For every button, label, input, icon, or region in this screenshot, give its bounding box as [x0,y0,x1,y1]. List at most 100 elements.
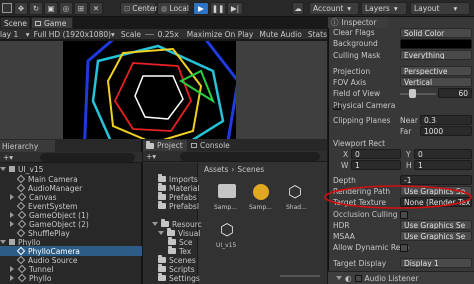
viewport-h-label: H [406,161,412,170]
asset-sample-folder[interactable]: Samp... [214,182,240,216]
tab-game-label: Game [44,18,67,28]
hierarchy-item-label: Phyllo [29,273,52,283]
asset-sample-scene[interactable]: Samp... [249,182,275,216]
layout-dropdown[interactable]: Layout ▾ [410,2,470,15]
folder-icon [168,237,176,245]
fov-value: 60 [458,88,468,98]
viewport-y-label: Y [406,150,411,159]
hierarchy-item-phyllo[interactable]: Phyllo [10,273,51,283]
folder-label: Settings [169,273,200,283]
folder-icon [158,192,166,200]
audio-listener-icon: ◐ [345,273,352,283]
scale-value: 0.25x [157,29,179,39]
folder-icon [158,174,166,182]
stats-toggle[interactable]: Stats [308,30,327,39]
near-input[interactable]: 0.3 [420,115,472,125]
rotate-tool-button[interactable]: ▣ [44,2,58,15]
account-label: Account [313,4,344,13]
fov-slider-knob[interactable] [408,89,416,98]
gameobject-icon [17,219,27,229]
space-button[interactable]: ◍ Local [157,2,189,15]
project-add-button[interactable]: +▾ [146,152,158,161]
viewport-y-input[interactable]: 0 [414,149,472,159]
folder-item-prefabsl[interactable]: Prefabsl [158,201,199,211]
asset-ui-v15[interactable]: ⬡ UI_v15 [214,220,244,254]
game-toolbar: lay 1 ▾ Full HD (1920x1080) ▾ Scale 0.25… [0,29,327,40]
collab-icon[interactable]: ☁ [292,2,304,15]
dynamic-resolution-checkbox[interactable] [400,244,408,252]
scale-slider[interactable] [145,33,154,35]
fov-input[interactable]: 60 [438,88,472,98]
inspector-tab[interactable]: ⓘ Inspector [328,17,388,28]
transform-tool-button[interactable]: ✕ [89,2,103,15]
asset-shader[interactable]: ⬡ Shad... [284,182,310,216]
tab-game[interactable]: Game [31,17,73,29]
tab-console[interactable]: Console [188,140,232,151]
viewport-w-input[interactable]: 1 [351,160,401,170]
audio-listener-component[interactable]: ◐ Audio Listener [328,271,474,284]
folder-icon [158,273,166,281]
unity-scene-icon [9,239,15,245]
step-button[interactable]: ▶| [227,2,243,15]
background-color-field[interactable] [400,39,472,49]
far-input[interactable]: 1000 [420,126,472,136]
folder-icon [168,246,176,254]
viewport-h-input[interactable]: 1 [414,160,472,170]
unity-logo-icon: ⬡ [288,182,302,201]
scale-tool-button[interactable]: ◎ [59,2,73,15]
resolution-dropdown[interactable]: Full HD (1920x1080) [34,30,111,39]
hierarchy-search-field[interactable] [40,153,135,162]
hdr-dropdown[interactable]: Use Graphics Se [400,220,472,230]
breadcrumb-scenes[interactable]: Scenes [237,165,264,174]
breadcrumb-assets[interactable]: Assets [204,165,228,174]
chevron-right-icon: › [231,164,235,174]
move-tool-button[interactable]: ↻ [29,2,43,15]
pause-button[interactable]: ❚❚ [210,2,226,15]
hierarchy-item-scene[interactable]: UI_v15 [0,164,43,174]
enabled-checkbox[interactable] [354,274,362,282]
projection-label: Projection [333,67,371,76]
msaa-dropdown[interactable]: Use Graphics Se [400,231,472,241]
expand-icon [158,231,164,235]
layers-dropdown[interactable]: Layers ▾ [361,2,407,15]
projection-dropdown[interactable]: Perspective [400,66,472,76]
fov-slider-track[interactable] [400,93,436,95]
occlusion-culling-checkbox[interactable] [400,211,408,219]
gameobject-icon [16,228,26,238]
target-display-dropdown[interactable]: Display 1 [400,258,472,268]
account-dropdown[interactable]: Account ▾ [309,2,359,15]
expand-icon [10,212,14,218]
gameobject-icon [17,273,27,283]
scale-label: Scale [120,29,141,39]
console-icon [191,143,197,148]
pivot-button[interactable]: ⊡ Center [120,2,158,15]
display-dropdown[interactable]: lay 1 [0,30,26,39]
viewport-y-value: 0 [418,149,423,159]
game-view[interactable] [63,41,236,139]
grid-icon[interactable] [2,3,12,13]
gameobject-icon [16,246,26,256]
clear-flags-dropdown[interactable]: Solid Color [400,28,472,38]
maximize-on-play-toggle[interactable]: Maximize On Play [187,30,254,39]
game-icon [35,20,41,26]
rect-tool-button[interactable]: ⊞ [74,2,88,15]
hand-tool-button[interactable]: ✥ [14,2,28,15]
tab-scene[interactable]: Scene [0,17,30,29]
hierarchy-tab[interactable]: Hierarchy [0,140,55,152]
asset-label: Samp... [214,204,237,211]
unity-scene-icon [9,166,15,172]
chevron-down-icon: ▾ [111,29,115,39]
scene-asset-icon [253,184,269,200]
play-button[interactable]: ▶ [193,2,209,15]
culling-mask-dropdown[interactable]: Everything [400,50,472,60]
gameobject-icon [16,174,26,184]
folder-item-settings[interactable]: Settings [158,273,200,283]
project-search-field[interactable] [180,152,320,161]
project-zoom-slider[interactable] [280,275,320,277]
tab-project[interactable]: Project [143,140,187,151]
expand-icon [10,275,14,281]
hierarchy-add-button[interactable]: +▾ [3,153,15,162]
mute-audio-toggle[interactable]: Mute Audio [259,30,301,39]
fov-axis-dropdown[interactable]: Vertical [400,77,472,87]
viewport-x-input[interactable]: 0 [351,149,401,159]
